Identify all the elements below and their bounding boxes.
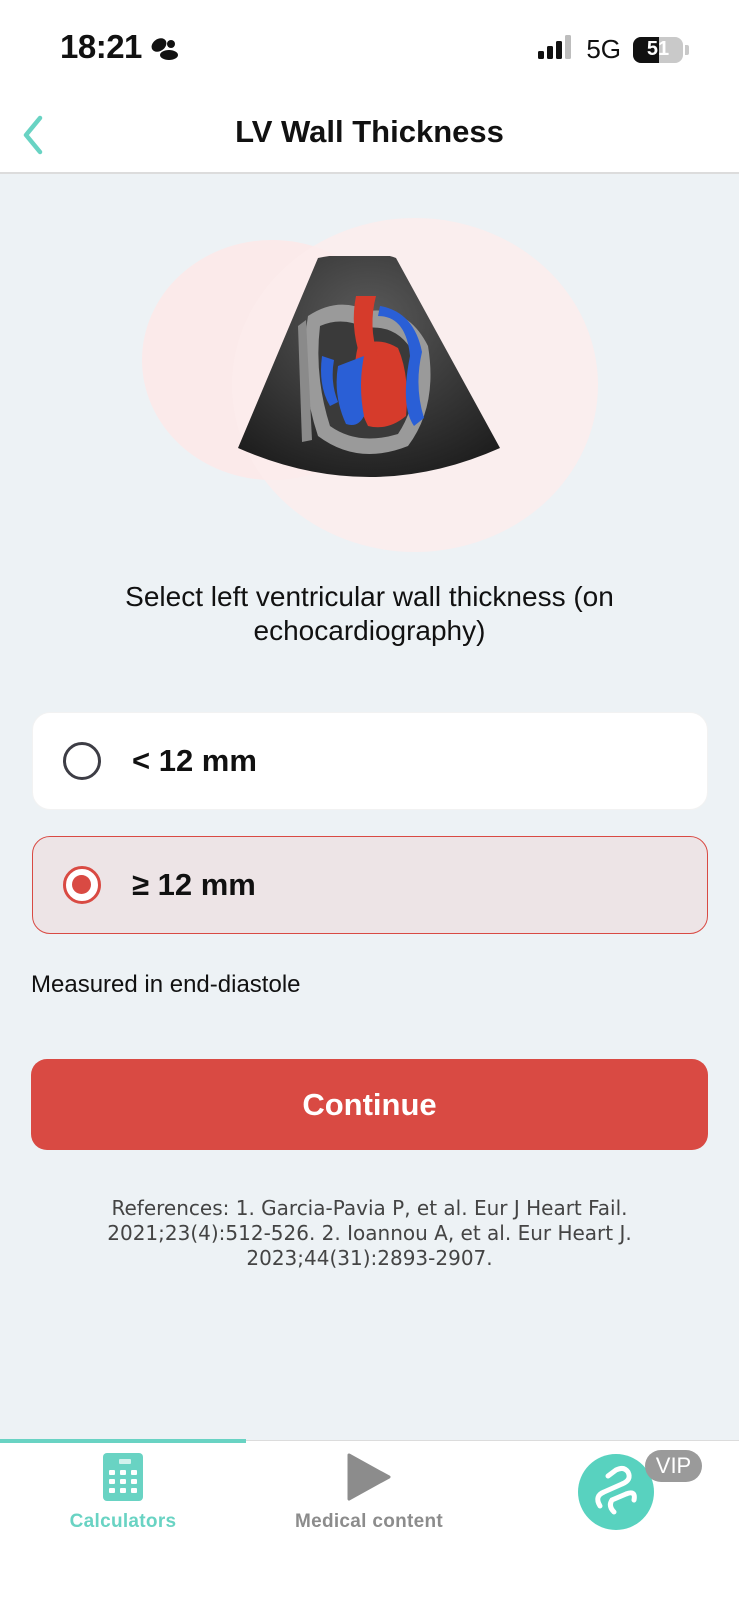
question-text: Select left ventricular wall thickness (…: [125, 581, 614, 646]
navigation-bar: LV Wall Thickness: [0, 100, 739, 174]
page-title: LV Wall Thickness: [235, 114, 504, 149]
hero-illustration: [0, 174, 739, 574]
tab-calculators[interactable]: Calculators: [0, 1441, 246, 1541]
calculator-icon: [103, 1453, 143, 1506]
status-bar: 18:21 5G 51: [0, 0, 739, 100]
play-icon: [347, 1453, 391, 1506]
references-text: References: 1. Garcia-Pavia P, et al. Eu…: [107, 1196, 632, 1270]
focus-mode-icon: [148, 36, 180, 67]
vip-button[interactable]: [578, 1454, 654, 1530]
heart-echocardiography-illustration: [238, 256, 500, 477]
signal-icon: [538, 35, 574, 64]
radio-unselected-icon[interactable]: [63, 742, 101, 780]
network-label: 5G: [586, 34, 621, 64]
vip-badge: VIP: [645, 1450, 702, 1482]
option-less-than-12mm[interactable]: < 12 mm: [32, 712, 708, 810]
battery-tip: [685, 44, 689, 55]
option-label: < 12 mm: [132, 743, 257, 778]
tab-medical-content[interactable]: Medical content: [246, 1441, 492, 1541]
app-logo-icon: [595, 1465, 637, 1515]
option-greater-equal-12mm[interactable]: ≥ 12 mm: [32, 836, 708, 934]
status-indicators: 5G 51: [538, 34, 689, 65]
tab-label: Calculators: [69, 1511, 177, 1532]
battery-level: 51: [646, 38, 670, 60]
radio-selected-icon[interactable]: [63, 866, 101, 904]
tab-label: Medical content: [294, 1511, 444, 1532]
option-label: ≥ 12 mm: [132, 867, 256, 902]
radio-dot: [72, 875, 91, 894]
continue-button[interactable]: Continue: [31, 1059, 708, 1150]
battery-icon: 51: [633, 36, 683, 63]
status-time: 18:21: [60, 28, 142, 65]
measurement-hint: Measured in end-diastole: [31, 971, 301, 998]
